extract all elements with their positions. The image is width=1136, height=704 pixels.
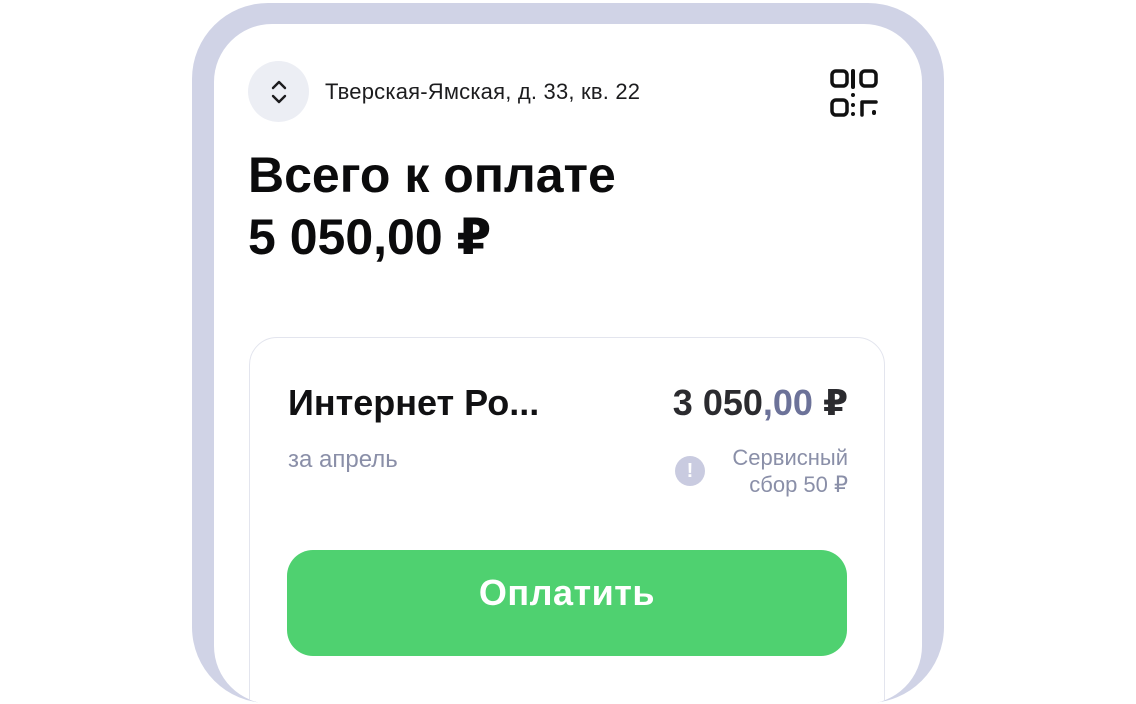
bill-period: за апрель <box>288 446 398 473</box>
service-fee-line-1: Сервисный <box>732 445 848 470</box>
service-fee-line-2: сбор 50 ₽ <box>749 472 848 497</box>
service-fee-note: Сервисный сбор 50 ₽ <box>678 444 848 498</box>
address-switch-button[interactable] <box>248 61 309 122</box>
qr-code-icon <box>830 69 878 117</box>
pay-button[interactable]: Оплатить <box>287 550 847 656</box>
total-amount: 5 050,00 ₽ <box>248 209 492 265</box>
amount-kopecks: ,00 <box>762 382 813 423</box>
amount-main: 3 050 <box>672 382 763 423</box>
app-screen: Тверская-Ямская, д. 33, кв. 22 Всего к о… <box>214 24 922 704</box>
address-label[interactable]: Тверская-Ямская, д. 33, кв. 22 <box>325 79 640 105</box>
total-title: Всего к оплате <box>248 147 616 203</box>
service-amount: 3 050,00 ₽ <box>673 382 848 424</box>
service-name: Интернет Ро... <box>288 382 540 423</box>
qr-scan-button[interactable] <box>828 67 880 119</box>
chevron-up-down-icon <box>271 80 286 103</box>
bill-card[interactable]: Интернет Ро... 3 050,00 ₽ за апрель ! Се… <box>249 337 885 704</box>
amount-currency: ₽ <box>812 382 848 423</box>
